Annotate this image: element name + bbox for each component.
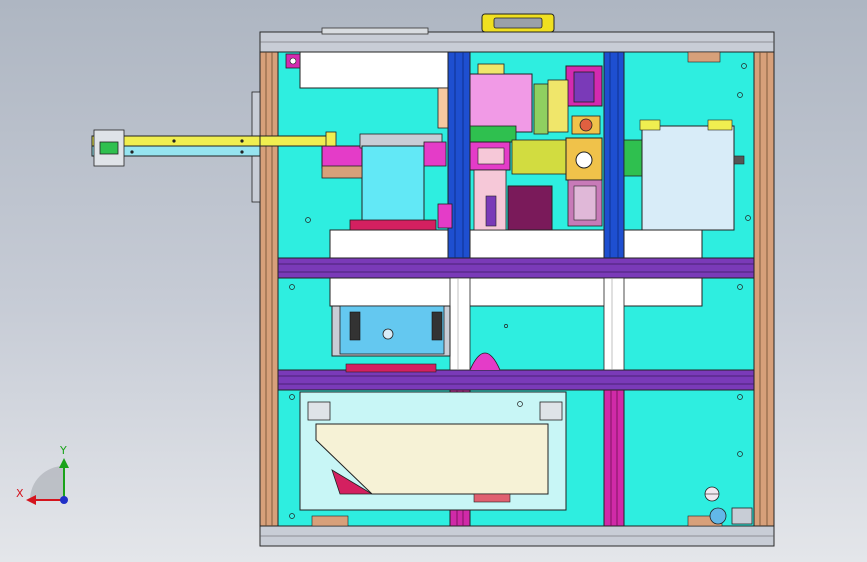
middle-white-plate [329,229,703,259]
x-axis-label: X [16,487,24,500]
carry-handle [321,13,555,35]
y-axis-label: Y [59,444,67,457]
vertical-magenta-rail-right [603,389,625,527]
right-frame-post [753,51,775,527]
machine-assembly [91,13,775,547]
right-control-box [641,125,735,231]
coordinate-triad: X Y [16,444,69,505]
upper-purple-rail [277,257,755,279]
left-frame-post [259,51,279,527]
vertical-blue-rail-right [603,51,625,259]
cad-drawing-canvas[interactable]: X Y [0,0,867,562]
lower-purple-rail [277,369,755,391]
upper-white-plate [299,51,449,89]
lower-white-plate [329,277,703,307]
